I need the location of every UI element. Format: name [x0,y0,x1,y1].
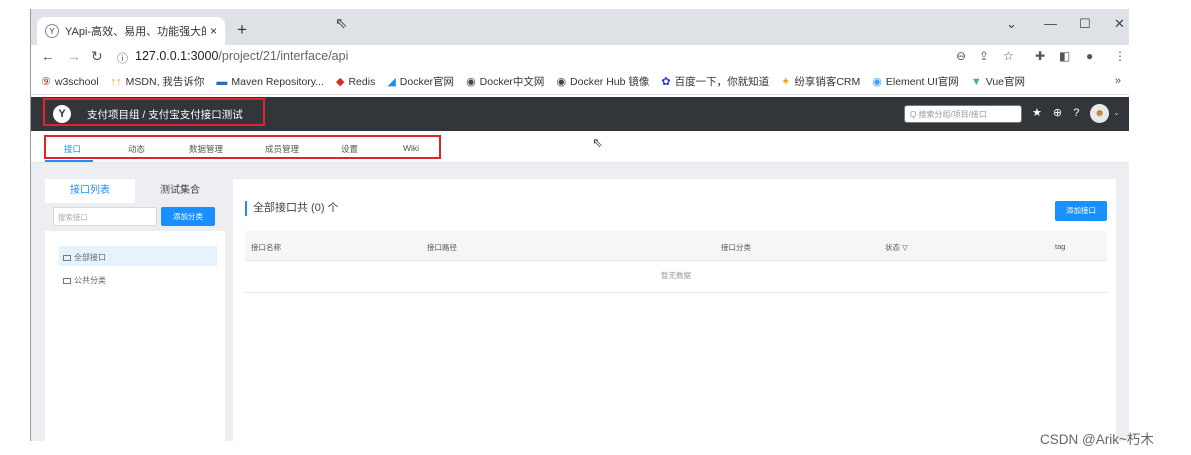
folder-icon [63,278,71,284]
tab-title: YApi-高效、易用、功能强大的可 [65,26,206,38]
column-name[interactable]: 接口名称 [251,242,281,253]
bookmark-label: Maven Repository... [231,75,324,88]
column-category[interactable]: 接口分类 [721,242,751,253]
bookmark-label: MSDN, 我告诉你 [125,76,205,88]
bookmark-item[interactable]: ◉ Docker中文网 [466,74,544,89]
reload-icon[interactable]: ↻ [91,48,103,65]
column-status[interactable]: 状态 ▽ [885,242,908,253]
element-icon: ◉ [872,76,882,88]
global-search-input[interactable]: Q 搜索分组/项目/接口 [904,105,1022,123]
maximize-button[interactable]: ☐ [1079,16,1091,32]
bookmark-item[interactable]: ◆ Redis [336,75,376,89]
bookmark-star-icon[interactable]: ☆ [1003,49,1014,63]
docker-icon: ◢ [387,76,396,88]
sidebar-item-public[interactable]: 公共分类 [45,269,217,289]
docker-cn-icon: ◉ [466,76,476,88]
interface-sidebar: 接口列表 测试集合 搜索接口 添加分类 全部接口 公共分类 [45,179,225,441]
tab-close-icon[interactable]: × [210,24,217,38]
url-field[interactable]: 127.0.0.1:3000/project/21/interface/api [135,49,348,63]
bookmark-label: Docker官网 [399,76,455,88]
close-window-button[interactable]: ✕ [1114,16,1125,32]
bookmark-item[interactable]: ▼ Vue官网 [971,74,1025,89]
bookmark-label: Vue官网 [985,76,1025,88]
redis-icon: ◆ [336,76,345,88]
mouse-cursor-icon: ⇖ [335,15,348,32]
back-icon[interactable]: ← [41,48,55,64]
profile-icon[interactable]: ● [1086,49,1093,63]
bookmark-item[interactable]: ◉ Docker Hub 镜像 [556,74,649,89]
bookmark-item[interactable]: ⑨ w3school [41,75,99,89]
address-bar: ← → ↻ ⓘ 127.0.0.1:3000/project/21/interf… [31,45,1129,69]
browser-window: Y YApi-高效、易用、功能强大的可 × + ⇖ ⌄ — ☐ ✕ ← → ↻ … [30,9,1129,441]
watermark: CSDN @Arik~朽木 [1040,432,1154,447]
bookmark-item[interactable]: ✦ 纷享销客CRM [781,74,860,89]
msdn-icon: ↑↑ [110,75,122,88]
dockerhub-icon: ◉ [556,76,567,88]
highlight-box-subnav [44,135,441,159]
bookmarks-bar: ⑨ w3school ↑↑ MSDN, 我告诉你 ▬ Maven Repository..… [31,69,1129,95]
bookmark-item[interactable]: ▬ Maven Repository... [216,76,324,88]
bookmark-label: 纷享销客CRM [794,76,861,88]
sidebar-item-label: 全部接口 [74,253,106,262]
active-tab-indicator [45,160,93,162]
menu-icon[interactable]: ⋮ [1114,49,1126,63]
tab-search-icon[interactable]: ⌄ [1006,16,1017,32]
side-panel-icon[interactable]: ◧ [1059,49,1070,63]
site-info-icon[interactable]: ⓘ [117,50,128,66]
add-interface-button[interactable]: 添加接口 [1055,201,1107,221]
bookmark-label: Docker Hub 镜像 [570,76,650,88]
url-path: /project/21/interface/api [218,49,349,63]
chevron-down-icon[interactable]: ⌄ [1113,108,1120,117]
bookmark-label: Docker中文网 [479,76,545,88]
bookmark-label: 百度一下，你就知道 [674,76,770,88]
new-tab-button[interactable]: + [237,20,247,40]
avatar[interactable]: ☻ [1090,104,1109,123]
interface-search-input[interactable]: 搜索接口 [53,207,157,226]
yapi-favicon-icon: Y [45,24,59,38]
bookmark-item[interactable]: ◢ Docker官网 [387,74,454,89]
column-tag[interactable]: tag [1055,242,1065,251]
crm-icon: ✦ [781,76,791,88]
forward-icon[interactable]: → [67,48,81,64]
project-subnav: 接口 动态 数据管理 成员管理 设置 Wiki ⇖ [31,131,1129,163]
bookmark-label: Redis [348,75,376,88]
w3school-icon: ⑨ [41,76,51,88]
vue-icon: ▼ [970,75,982,88]
zoom-icon[interactable]: ⊖ [956,49,966,63]
baidu-icon: ✿ [661,76,671,88]
add-category-button[interactable]: 添加分类 [161,207,215,226]
bookmark-item[interactable]: ◉ Element UI官网 [872,74,959,89]
content-area: 接口列表 测试集合 搜索接口 添加分类 全部接口 公共分类 全部接口共 (0) … [31,163,1129,441]
bookmark-label: w3school [54,75,99,88]
tab-test-collection[interactable]: 测试集合 [135,179,225,203]
url-host: 127.0.0.1:3000 [135,49,219,63]
interface-list-panel: 全部接口共 (0) 个 添加接口 接口名称 接口路径 接口分类 状态 ▽ tag… [233,179,1116,441]
bookmarks-more-icon[interactable]: » [1115,75,1121,87]
empty-state: 暂无数据 [245,263,1107,293]
share-icon[interactable]: ⇪ [979,49,989,63]
sidebar-toolbar: 搜索接口 添加分类 [45,203,225,231]
bookmark-item[interactable]: ✿ 百度一下，你就知道 [661,74,769,89]
minimize-button[interactable]: — [1044,16,1057,31]
header-action-icons[interactable]: ★ ⊕ ? [1032,106,1083,119]
sidebar-item-all[interactable]: 全部接口 [59,246,217,266]
maven-icon: ▬ [216,75,228,88]
folder-icon [63,255,71,261]
mouse-cursor-icon: ⇖ [592,135,603,150]
yapi-header: Y 支付项目组 / 支付宝支付接口测试 Q 搜索分组/项目/接口 ★ ⊕ ? ☻… [31,97,1129,131]
bookmark-label: Element UI官网 [885,76,959,88]
sidebar-tabs: 接口列表 测试集合 [45,179,225,203]
extensions-icon[interactable]: ✚ [1035,49,1045,63]
bookmark-item[interactable]: ↑↑ MSDN, 我告诉你 [111,74,205,89]
highlight-box-header [43,98,265,126]
tab-bar: Y YApi-高效、易用、功能强大的可 × + ⇖ ⌄ — ☐ ✕ [31,9,1129,45]
sidebar-item-label: 公共分类 [74,276,106,285]
column-path[interactable]: 接口路径 [427,242,457,253]
table-header: 接口名称 接口路径 接口分类 状态 ▽ tag [245,231,1107,261]
page-title: 全部接口共 (0) 个 [245,201,339,216]
tab-interface-list[interactable]: 接口列表 [45,179,135,203]
browser-tab[interactable]: Y YApi-高效、易用、功能强大的可 × [37,17,225,45]
